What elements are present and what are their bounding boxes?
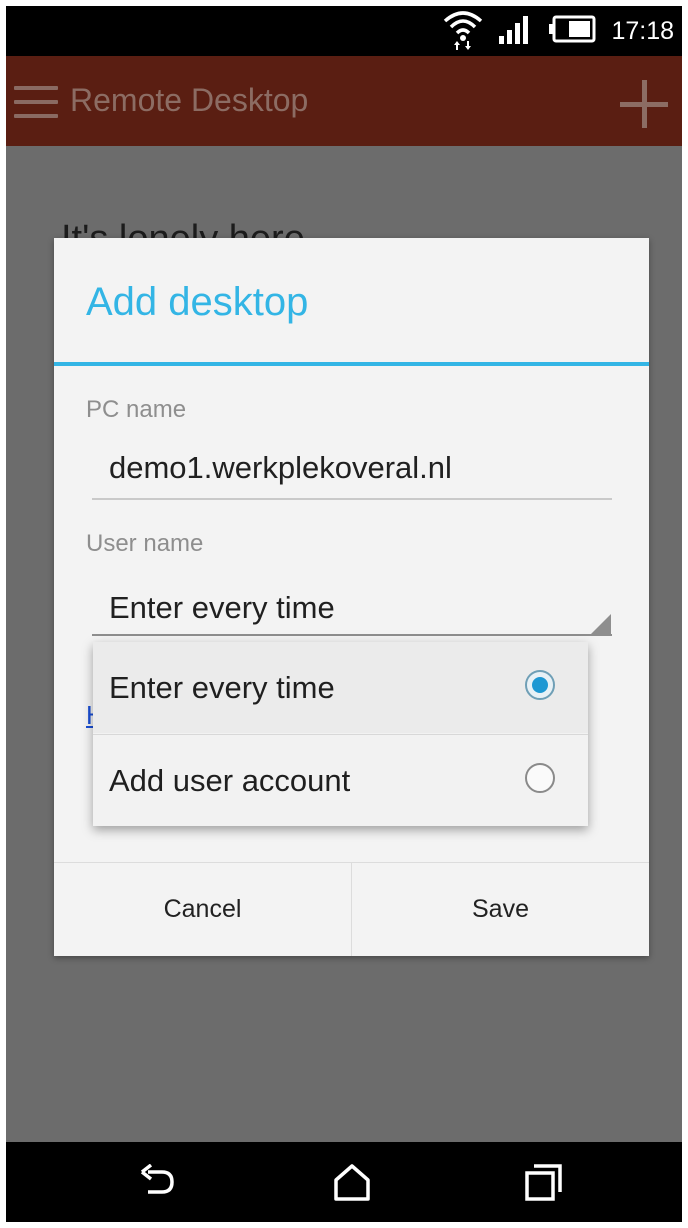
back-icon[interactable] (128, 1156, 188, 1208)
frame-right (682, 0, 688, 1228)
radio-selected-icon[interactable] (525, 670, 555, 700)
plus-icon[interactable] (620, 80, 668, 128)
status-time: 17:18 (611, 16, 674, 45)
home-icon[interactable] (322, 1156, 382, 1208)
navigation-bar (6, 1142, 682, 1222)
signal-icon (499, 14, 533, 49)
save-button[interactable]: Save (352, 863, 649, 956)
hamburger-menu-icon[interactable] (14, 86, 58, 118)
user-name-dropdown: Enter every time Add user account (93, 642, 588, 826)
dropdown-arrow-icon[interactable] (591, 614, 611, 634)
user-name-spinner[interactable]: Enter every time (109, 590, 335, 626)
dropdown-option-enter-every-time[interactable]: Enter every time (93, 642, 588, 733)
phone-screen: 17:18 Remote Desktop It's lonely here (6, 6, 682, 1222)
dropdown-option-label: Add user account (109, 763, 351, 798)
cancel-button[interactable]: Cancel (54, 863, 351, 956)
status-bar: 17:18 (6, 6, 682, 56)
user-name-label: User name (86, 530, 204, 557)
app-bar: Remote Desktop (6, 56, 682, 146)
radio-unselected-icon[interactable] (525, 763, 555, 793)
title-divider (54, 362, 649, 366)
user-name-underline (92, 634, 612, 636)
pc-name-label: PC name (86, 396, 187, 423)
wifi-icon (441, 7, 485, 56)
pc-name-underline (92, 498, 612, 500)
dropdown-option-label: Enter every time (109, 670, 335, 705)
dialog-title: Add desktop (86, 280, 309, 324)
pc-name-input[interactable]: demo1.werkplekoveral.nl (109, 450, 452, 486)
frame-bottom (0, 1222, 688, 1228)
battery-icon (549, 15, 597, 48)
recent-apps-icon[interactable] (514, 1156, 574, 1208)
app-title: Remote Desktop (70, 82, 309, 118)
add-desktop-dialog: Add desktop PC name demo1.werkplekoveral… (54, 238, 649, 956)
dropdown-option-add-user-account[interactable]: Add user account (93, 735, 588, 826)
